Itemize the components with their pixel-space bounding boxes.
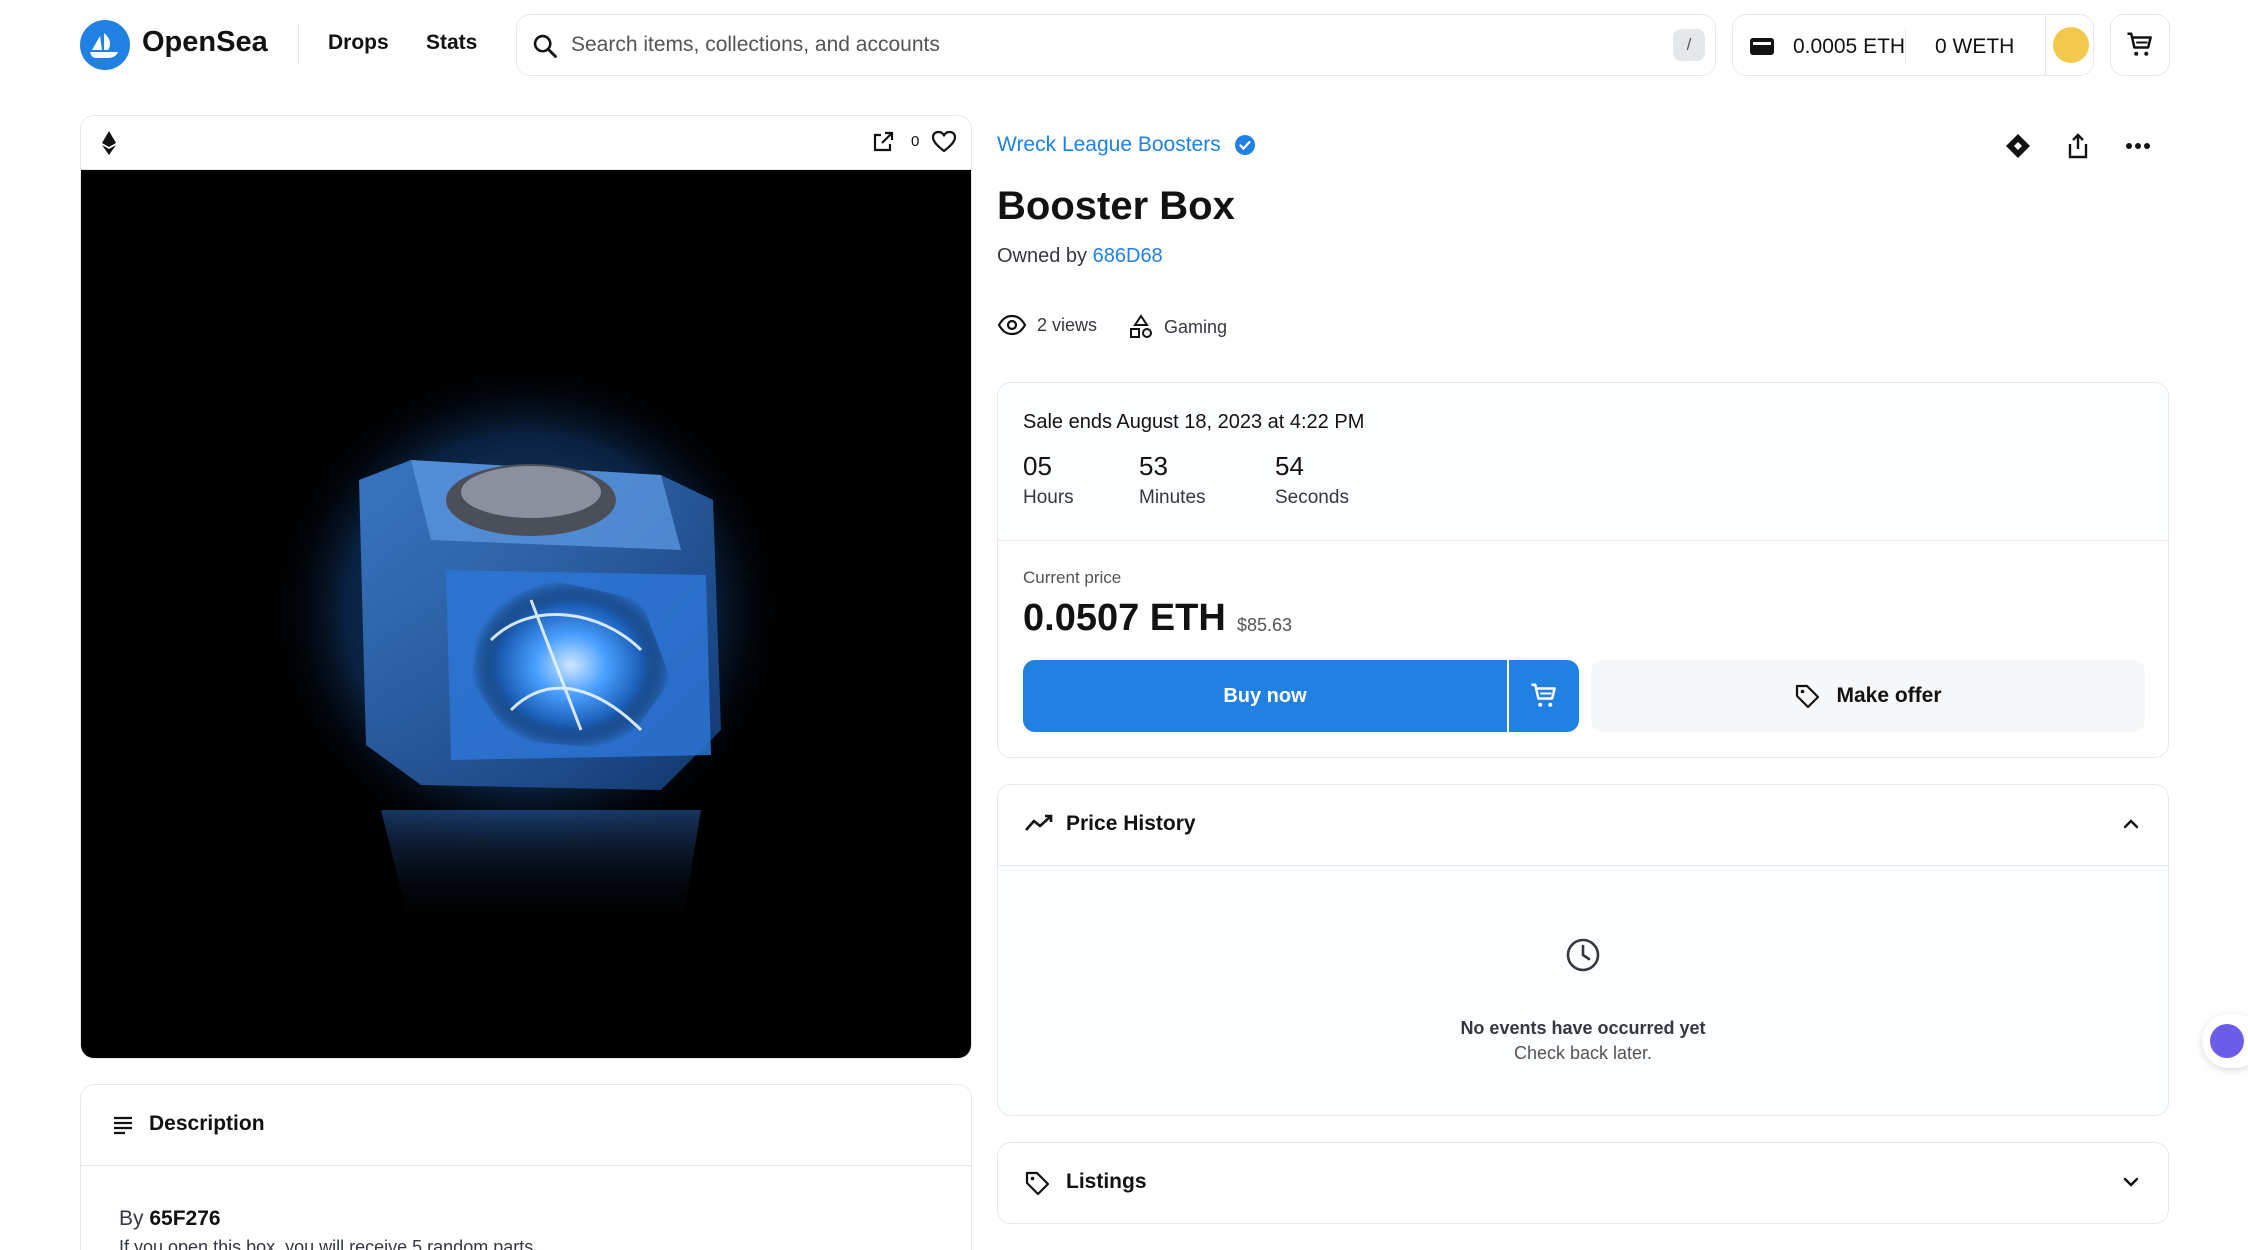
wallet-eth-balance: 0.0005 ETH xyxy=(1793,35,1906,58)
share-icon xyxy=(2068,133,2088,159)
item-media-card: 0 xyxy=(80,115,972,1059)
cart-button[interactable] xyxy=(2110,14,2170,76)
by-label: By xyxy=(119,1207,144,1230)
sale-countdown-section: Sale ends August 18, 2023 at 4:22 PM 05 … xyxy=(998,383,2168,541)
more-options-button[interactable] xyxy=(2122,130,2154,162)
no-events-title: No events have occurred yet xyxy=(1460,1018,1706,1038)
nav-drops[interactable]: Drops xyxy=(328,31,389,55)
top-navbar: OpenSea Drops Stats / 0.0005 ETH 0 WETH xyxy=(0,0,2248,90)
chevron-up-icon[interactable] xyxy=(2120,813,2142,835)
booster-box-artwork xyxy=(267,360,787,930)
opensea-logo-icon[interactable] xyxy=(80,20,130,70)
make-offer-button[interactable]: Make offer xyxy=(1591,660,2145,732)
description-panel: Description By 65F276 If you open this b… xyxy=(80,1084,972,1250)
item-image[interactable] xyxy=(81,170,971,1058)
collection-offer-button[interactable] xyxy=(2002,130,2034,162)
collection-link[interactable]: Wreck League Boosters xyxy=(997,133,1221,157)
header-divider xyxy=(298,24,299,64)
wallet-divider xyxy=(1905,29,1906,63)
countdown-hours-label: Hours xyxy=(1023,487,1074,508)
current-price: 0.0507 ETH xyxy=(1023,597,1226,639)
description-lines-icon xyxy=(114,1116,132,1135)
support-chat-button[interactable] xyxy=(2202,1014,2248,1068)
countdown-hours-value: 05 xyxy=(1023,451,1052,481)
shapes-category-icon xyxy=(1130,314,1152,338)
add-to-cart-button[interactable] xyxy=(1509,660,1579,732)
price-history-body xyxy=(998,866,2168,1115)
item-title: Booster Box xyxy=(997,184,1235,228)
make-offer-label: Make offer xyxy=(1836,684,1942,707)
category-tag[interactable]: Gaming xyxy=(1128,314,1227,340)
category-label: Gaming xyxy=(1164,316,1228,337)
external-link-icon[interactable] xyxy=(871,130,895,154)
search-shortcut-badge: / xyxy=(1673,29,1705,61)
more-dots-icon xyxy=(2126,143,2150,149)
cart-plus-icon xyxy=(1531,683,1556,707)
ethereum-icon xyxy=(102,131,116,155)
search-input[interactable] xyxy=(571,25,1631,65)
wallet-balance[interactable]: 0.0005 ETH 0 WETH xyxy=(1732,14,2094,76)
listing-tag-icon xyxy=(1025,1171,1050,1196)
owner-link[interactable]: 686D68 xyxy=(1093,245,1163,267)
profile-avatar[interactable] xyxy=(2045,15,2095,75)
description-text: If you open this box, you will receive 5… xyxy=(119,1237,534,1250)
countdown-seconds-label: Seconds xyxy=(1275,487,1349,508)
share-button[interactable] xyxy=(2062,130,2094,162)
wallet-weth-balance: 0 WETH xyxy=(1935,35,2015,58)
countdown-minutes-label: Minutes xyxy=(1139,487,1206,508)
description-header[interactable]: Description xyxy=(81,1085,971,1166)
owned-by-label: Owned by xyxy=(997,245,1088,267)
search-icon xyxy=(533,34,557,58)
search-bar[interactable]: / xyxy=(516,14,1716,76)
price-history-header[interactable]: Price History xyxy=(998,785,2168,866)
price-usd: $85.63 xyxy=(1237,615,1293,635)
chat-bot-icon xyxy=(2210,1024,2244,1058)
trend-line-icon xyxy=(1025,814,1053,831)
owner-line: Owned by 686D68 xyxy=(997,245,1163,268)
creator-link[interactable]: 65F276 xyxy=(149,1207,220,1230)
countdown-seconds-value: 54 xyxy=(1275,451,1304,481)
price-history-title: Price History xyxy=(1066,812,1196,835)
favorite-count: 0 xyxy=(911,133,920,150)
wallet-icon xyxy=(1750,38,1774,55)
verified-badge-icon xyxy=(1235,135,1255,155)
tag-diamond-icon xyxy=(2006,134,2030,158)
views-count: 2 views xyxy=(997,314,1097,336)
nav-stats[interactable]: Stats xyxy=(426,31,477,55)
listings-panel[interactable]: Listings xyxy=(997,1142,2169,1224)
eye-icon xyxy=(997,314,1027,336)
heart-icon[interactable] xyxy=(931,130,957,154)
countdown-minutes-value: 53 xyxy=(1139,451,1168,481)
chevron-down-icon[interactable] xyxy=(2120,1171,2142,1193)
sale-panel: Sale ends August 18, 2023 at 4:22 PM 05 … xyxy=(997,382,2169,758)
brand-name[interactable]: OpenSea xyxy=(142,26,268,59)
description-title: Description xyxy=(149,1112,265,1135)
views-label: 2 views xyxy=(1037,314,1098,335)
buy-now-button[interactable]: Buy now xyxy=(1023,660,1507,732)
current-price-label: Current price xyxy=(1023,568,1122,587)
no-events-subtitle: Check back later. xyxy=(1513,1043,1653,1063)
clock-icon xyxy=(1566,938,1600,972)
media-toolbar: 0 xyxy=(81,116,971,170)
cart-icon xyxy=(2127,32,2152,56)
listings-title: Listings xyxy=(1066,1170,1147,1193)
description-creator: By 65F276 xyxy=(119,1207,221,1231)
sale-end-date: Sale ends August 18, 2023 at 4:22 PM xyxy=(1023,411,1365,433)
tag-icon xyxy=(1796,684,1820,709)
